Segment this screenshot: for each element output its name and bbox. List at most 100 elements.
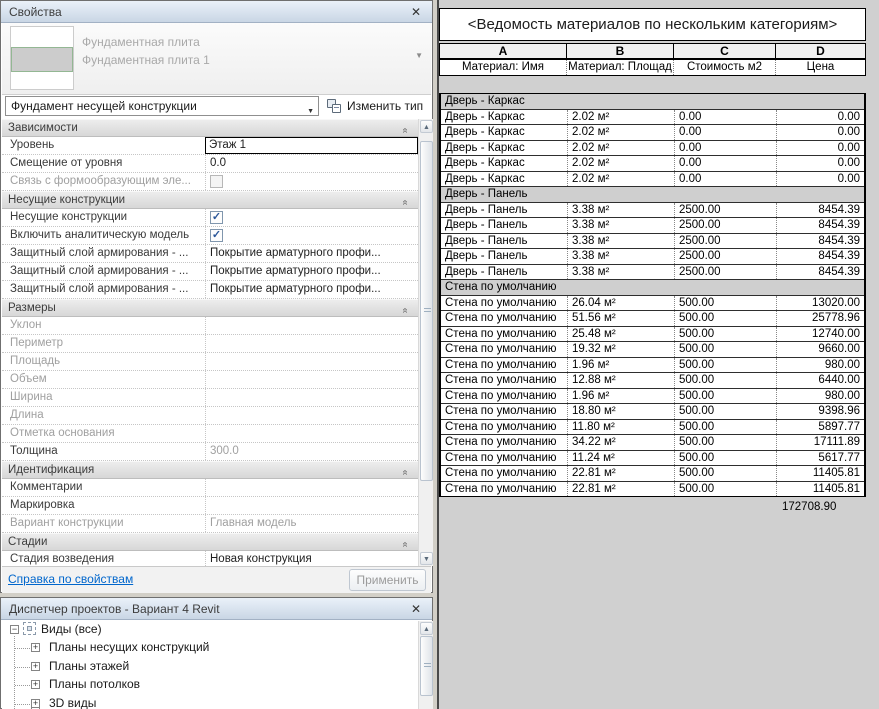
cell-cost-m2[interactable]: 0.00 bbox=[674, 141, 776, 156]
tree-expand-box[interactable]: + bbox=[31, 680, 40, 689]
cell-price[interactable]: 9398.96 bbox=[776, 404, 864, 419]
cell-material-area[interactable]: 3.38 м² bbox=[567, 218, 674, 233]
cell-price[interactable]: 0.00 bbox=[776, 141, 864, 156]
cell-material-area[interactable]: 3.38 м² bbox=[567, 265, 674, 280]
cell-material-name[interactable]: Стена по умолчанию bbox=[441, 358, 567, 373]
cell-price[interactable]: 8454.39 bbox=[776, 249, 864, 264]
property-value[interactable] bbox=[205, 389, 418, 406]
cell-cost-m2[interactable]: 0.00 bbox=[674, 110, 776, 125]
property-value[interactable]: 300.0 bbox=[205, 443, 418, 460]
cell-material-name[interactable]: Дверь - Панель bbox=[441, 249, 567, 264]
tree-item[interactable]: +Планы потолков bbox=[2, 676, 418, 694]
cell-material-area[interactable]: 2.02 м² bbox=[567, 141, 674, 156]
column-header[interactable]: Материал: Имя bbox=[440, 60, 566, 75]
cell-material-name[interactable]: Дверь - Каркас bbox=[441, 110, 567, 125]
cell-material-name[interactable]: Стена по умолчанию bbox=[441, 466, 567, 481]
cell-cost-m2[interactable]: 2500.00 bbox=[674, 249, 776, 264]
cell-material-area[interactable]: 2.02 м² bbox=[567, 172, 674, 187]
cell-cost-m2[interactable]: 500.00 bbox=[674, 420, 776, 435]
cell-price[interactable]: 8454.39 bbox=[776, 234, 864, 249]
cell-price[interactable]: 0.00 bbox=[776, 125, 864, 140]
cell-cost-m2[interactable]: 500.00 bbox=[674, 404, 776, 419]
cell-material-area[interactable]: 18.80 м² bbox=[567, 404, 674, 419]
chevron-down-icon[interactable]: ▼ bbox=[415, 51, 423, 60]
tree-item-views-root[interactable]: −Виды (все) bbox=[2, 621, 418, 639]
property-value[interactable]: Покрытие арматурного профи... bbox=[205, 263, 418, 280]
section-header[interactable]: Идентификация« bbox=[2, 461, 418, 479]
cell-material-name[interactable]: Дверь - Каркас bbox=[441, 141, 567, 156]
apply-button[interactable]: Применить bbox=[349, 569, 426, 591]
cell-material-area[interactable]: 12.88 м² bbox=[567, 373, 674, 388]
properties-titlebar[interactable]: Свойства ✕ bbox=[1, 1, 432, 23]
close-icon[interactable]: ✕ bbox=[408, 598, 424, 620]
cell-cost-m2[interactable]: 500.00 bbox=[674, 358, 776, 373]
cell-price[interactable]: 8454.39 bbox=[776, 203, 864, 218]
tree-collapse-box[interactable]: − bbox=[10, 625, 19, 634]
section-header[interactable]: Стадии« bbox=[2, 533, 418, 551]
cell-price[interactable]: 0.00 bbox=[776, 156, 864, 171]
cell-cost-m2[interactable]: 0.00 bbox=[674, 156, 776, 171]
cell-material-area[interactable]: 11.24 м² bbox=[567, 451, 674, 466]
tree-expand-box[interactable]: + bbox=[31, 662, 40, 671]
combo-arrow-icon[interactable]: ▼ bbox=[307, 103, 314, 116]
cell-cost-m2[interactable]: 500.00 bbox=[674, 296, 776, 311]
scrollbar-thumb[interactable] bbox=[420, 141, 433, 481]
scrollbar-thumb[interactable] bbox=[420, 636, 433, 696]
cell-price[interactable]: 980.00 bbox=[776, 389, 864, 404]
cell-material-area[interactable]: 11.80 м² bbox=[567, 420, 674, 435]
property-value[interactable] bbox=[205, 497, 418, 514]
cell-cost-m2[interactable]: 0.00 bbox=[674, 172, 776, 187]
property-value[interactable]: Этаж 1 bbox=[205, 137, 418, 154]
tree-item[interactable]: +Планы этажей bbox=[2, 658, 418, 676]
cell-price[interactable]: 0.00 bbox=[776, 172, 864, 187]
cell-cost-m2[interactable]: 500.00 bbox=[674, 435, 776, 450]
cell-price[interactable]: 13020.00 bbox=[776, 296, 864, 311]
column-letter-D[interactable]: D bbox=[775, 44, 865, 58]
cell-material-area[interactable]: 1.96 м² bbox=[567, 389, 674, 404]
tree-item[interactable]: +Планы несущих конструкций bbox=[2, 639, 418, 657]
cell-price[interactable]: 5617.77 bbox=[776, 451, 864, 466]
cell-price[interactable]: 6440.00 bbox=[776, 373, 864, 388]
group-header-row[interactable]: Стена по умолчанию bbox=[441, 279, 864, 295]
property-checkbox[interactable]: ✓ bbox=[210, 211, 223, 224]
scroll-down-icon[interactable]: ▼ bbox=[420, 552, 433, 565]
property-value[interactable] bbox=[205, 371, 418, 388]
properties-help-link[interactable]: Справка по свойствам bbox=[8, 572, 133, 586]
cell-cost-m2[interactable]: 2500.00 bbox=[674, 234, 776, 249]
cell-material-area[interactable]: 2.02 м² bbox=[567, 110, 674, 125]
properties-scrollbar[interactable]: ▲ ▼ bbox=[418, 119, 433, 566]
cell-material-name[interactable]: Стена по умолчанию bbox=[441, 420, 567, 435]
property-value[interactable]: Покрытие арматурного профи... bbox=[205, 281, 418, 298]
section-header[interactable]: Зависимости« bbox=[2, 119, 418, 137]
cell-cost-m2[interactable]: 500.00 bbox=[674, 482, 776, 497]
type-selector-combobox[interactable]: Фундамент несущей конструкции ▼ bbox=[5, 96, 319, 116]
cell-material-area[interactable]: 2.02 м² bbox=[567, 125, 674, 140]
cell-cost-m2[interactable]: 2500.00 bbox=[674, 218, 776, 233]
cell-material-name[interactable]: Стена по умолчанию bbox=[441, 435, 567, 450]
cell-price[interactable]: 9660.00 bbox=[776, 342, 864, 357]
cell-material-name[interactable]: Дверь - Каркас bbox=[441, 172, 567, 187]
property-value[interactable]: ✓ bbox=[205, 209, 418, 226]
group-header-row[interactable]: Дверь - Панель bbox=[441, 186, 864, 202]
cell-price[interactable]: 11405.81 bbox=[776, 482, 864, 497]
cell-material-name[interactable]: Стена по умолчанию bbox=[441, 342, 567, 357]
property-value[interactable] bbox=[205, 317, 418, 334]
section-header[interactable]: Несущие конструкции« bbox=[2, 191, 418, 209]
cell-price[interactable]: 0.00 bbox=[776, 110, 864, 125]
cell-material-name[interactable]: Дверь - Панель bbox=[441, 218, 567, 233]
cell-cost-m2[interactable]: 500.00 bbox=[674, 451, 776, 466]
property-value[interactable] bbox=[205, 407, 418, 424]
cell-material-area[interactable]: 26.04 м² bbox=[567, 296, 674, 311]
close-icon[interactable]: ✕ bbox=[408, 1, 424, 23]
cell-material-name[interactable]: Стена по умолчанию bbox=[441, 373, 567, 388]
section-header[interactable]: Размеры« bbox=[2, 299, 418, 317]
project-browser-titlebar[interactable]: Диспетчер проектов - Вариант 4 Revit ✕ bbox=[1, 598, 432, 620]
cell-material-name[interactable]: Дверь - Панель bbox=[441, 265, 567, 280]
cell-price[interactable]: 12740.00 bbox=[776, 327, 864, 342]
cell-price[interactable]: 17111.89 bbox=[776, 435, 864, 450]
property-value[interactable] bbox=[205, 425, 418, 442]
cell-material-name[interactable]: Дверь - Панель bbox=[441, 203, 567, 218]
cell-price[interactable]: 980.00 bbox=[776, 358, 864, 373]
browser-scrollbar[interactable]: ▲ bbox=[418, 621, 433, 709]
cell-material-area[interactable]: 3.38 м² bbox=[567, 234, 674, 249]
